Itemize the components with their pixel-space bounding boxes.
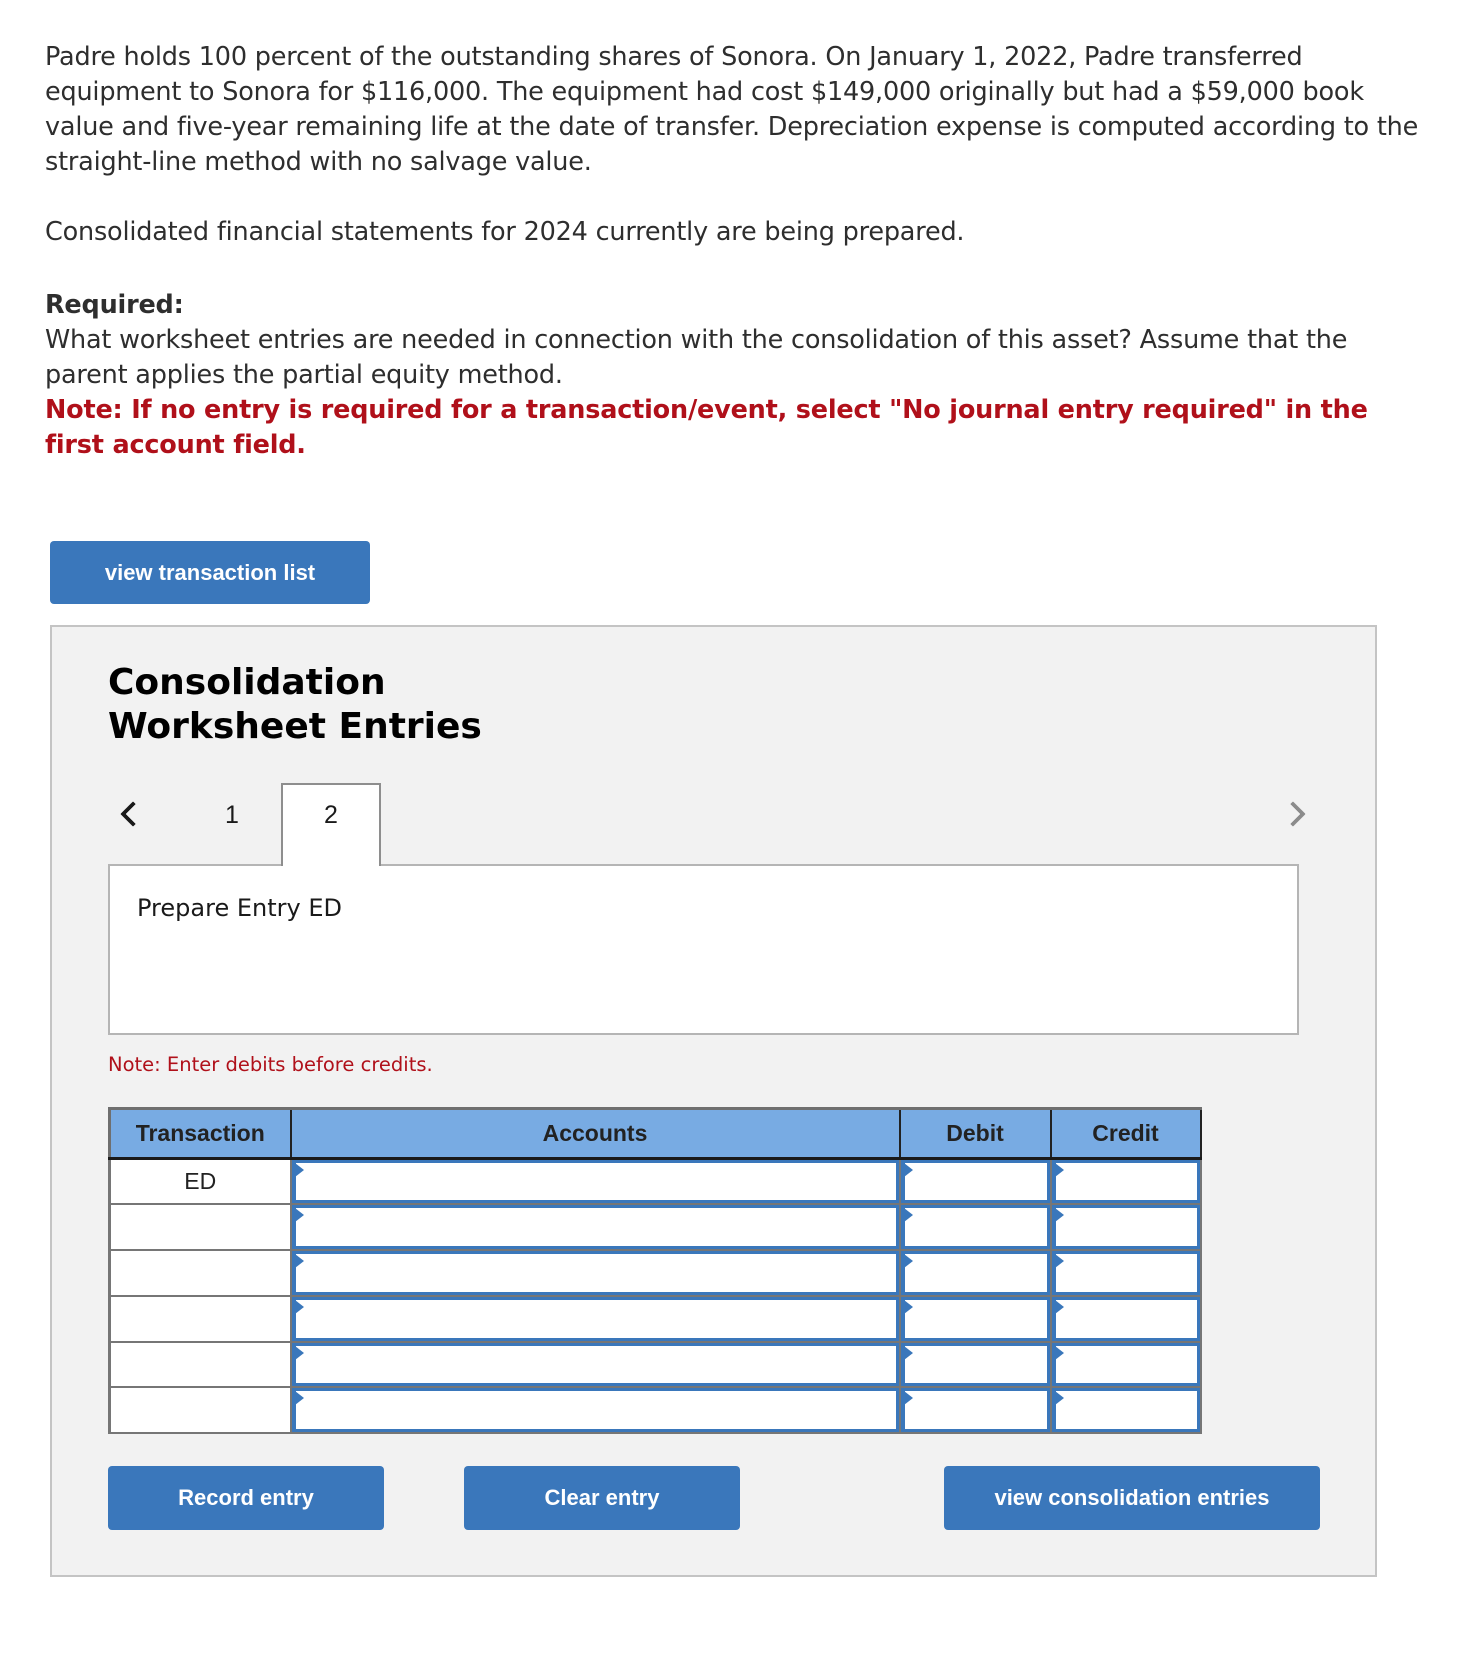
credit-input-wrapper <box>1051 1160 1200 1204</box>
table-row <box>108 1340 1202 1389</box>
account-cell <box>289 1249 901 1297</box>
transaction-cell <box>108 1294 292 1343</box>
view-transaction-list-button[interactable]: view transaction list <box>50 541 370 604</box>
debit-cell <box>898 1340 1052 1389</box>
required-label: Required: <box>45 290 184 320</box>
debit-cell <box>898 1386 1052 1435</box>
credit-cell <box>1049 1249 1202 1297</box>
panel-title-line-1: Consolidation <box>108 662 386 703</box>
problem-paragraph-1: Padre holds 100 percent of the outstandi… <box>45 42 1419 177</box>
debit-credit-note: Note: Enter debits before credits. <box>108 1053 433 1076</box>
table-header-row: Transaction Accounts Debit Credit <box>108 1107 1202 1160</box>
debit-cell <box>898 1157 1052 1206</box>
debit-cell <box>898 1249 1052 1297</box>
transaction-cell: ED <box>108 1157 292 1206</box>
record-entry-button[interactable]: Record entry <box>108 1466 384 1530</box>
account-select[interactable] <box>295 1254 896 1292</box>
credit-input-wrapper <box>1051 1388 1200 1433</box>
account-select-wrapper <box>291 1388 899 1433</box>
account-cell <box>289 1294 901 1343</box>
transaction-cell <box>108 1203 292 1252</box>
journal-table: Transaction Accounts Debit Credit ED <box>108 1107 1202 1435</box>
header-accounts: Accounts <box>289 1107 901 1160</box>
debit-input-wrapper <box>900 1342 1050 1387</box>
credit-cell <box>1049 1157 1202 1206</box>
account-select-wrapper <box>291 1205 899 1250</box>
debit-input[interactable] <box>904 1345 1047 1384</box>
no-entry-note: Note: If no entry is required for a tran… <box>45 395 1368 460</box>
debit-input-wrapper <box>900 1388 1050 1433</box>
debit-input[interactable] <box>904 1208 1047 1247</box>
account-select-wrapper <box>291 1160 899 1204</box>
debit-input[interactable] <box>904 1163 1047 1201</box>
debit-input-wrapper <box>900 1296 1050 1341</box>
debit-cell <box>898 1294 1052 1343</box>
required-text: What worksheet entries are needed in con… <box>45 325 1348 390</box>
credit-cell <box>1049 1203 1202 1252</box>
view-consolidation-entries-button[interactable]: view consolidation entries <box>944 1466 1320 1530</box>
debit-cell <box>898 1203 1052 1252</box>
account-cell <box>289 1157 901 1206</box>
account-select-wrapper <box>291 1296 899 1341</box>
tab-1[interactable]: 1 <box>192 785 272 845</box>
credit-input[interactable] <box>1055 1345 1197 1384</box>
account-select-wrapper <box>291 1251 899 1295</box>
debit-input[interactable] <box>904 1254 1047 1292</box>
chevron-left-icon[interactable] <box>120 801 146 827</box>
credit-input-wrapper <box>1051 1251 1200 1295</box>
credit-cell <box>1049 1340 1202 1389</box>
header-credit: Credit <box>1049 1107 1202 1160</box>
debit-input-wrapper <box>900 1205 1050 1250</box>
account-select[interactable] <box>295 1163 896 1201</box>
credit-cell <box>1049 1386 1202 1435</box>
credit-input-wrapper <box>1051 1296 1200 1341</box>
debit-input[interactable] <box>904 1391 1047 1430</box>
debit-input-wrapper <box>900 1251 1050 1295</box>
account-select[interactable] <box>295 1208 896 1247</box>
credit-input[interactable] <box>1055 1163 1197 1201</box>
credit-input[interactable] <box>1055 1299 1197 1338</box>
transaction-cell <box>108 1249 292 1297</box>
entry-prompt: Prepare Entry ED <box>137 894 342 922</box>
credit-input[interactable] <box>1055 1254 1197 1292</box>
account-select[interactable] <box>295 1345 896 1384</box>
debit-input-wrapper <box>900 1160 1050 1204</box>
worksheet-panel: Consolidation Worksheet Entries 1 2 Prep… <box>50 625 1377 1577</box>
account-cell <box>289 1386 901 1435</box>
table-row <box>108 1249 1202 1297</box>
credit-input[interactable] <box>1055 1208 1197 1247</box>
problem-paragraph-2: Consolidated financial statements for 20… <box>45 217 965 247</box>
credit-input[interactable] <box>1055 1391 1197 1430</box>
tab-2[interactable]: 2 <box>281 783 381 866</box>
account-select-wrapper <box>291 1342 899 1387</box>
account-select[interactable] <box>295 1299 896 1338</box>
table-row: ED <box>108 1157 1202 1206</box>
account-cell <box>289 1203 901 1252</box>
panel-title: Consolidation Worksheet Entries <box>108 661 482 749</box>
table-row <box>108 1386 1202 1435</box>
table-row <box>108 1294 1202 1343</box>
panel-title-line-2: Worksheet Entries <box>108 706 482 747</box>
transaction-cell <box>108 1386 292 1435</box>
account-select[interactable] <box>295 1391 896 1430</box>
required-section: Required: What worksheet entries are nee… <box>45 288 1435 463</box>
chevron-right-icon[interactable] <box>1280 801 1306 827</box>
clear-entry-button[interactable]: Clear entry <box>464 1466 740 1530</box>
credit-input-wrapper <box>1051 1342 1200 1387</box>
account-cell <box>289 1340 901 1389</box>
credit-input-wrapper <box>1051 1205 1200 1250</box>
credit-cell <box>1049 1294 1202 1343</box>
header-debit: Debit <box>898 1107 1052 1160</box>
table-row <box>108 1203 1202 1252</box>
header-transaction: Transaction <box>108 1107 292 1160</box>
transaction-cell <box>108 1340 292 1389</box>
debit-input[interactable] <box>904 1299 1047 1338</box>
entry-card: Prepare Entry ED <box>108 864 1299 1035</box>
